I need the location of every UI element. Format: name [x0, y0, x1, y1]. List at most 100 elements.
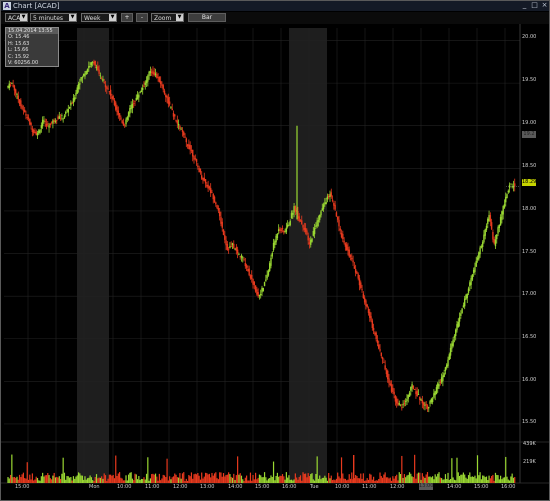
candle-body: [91, 62, 94, 63]
volume-bar: [502, 477, 504, 483]
candle-body: [240, 255, 243, 258]
volume-bar: [183, 472, 185, 483]
candle-body: [211, 192, 213, 194]
candle-body: [444, 367, 447, 371]
candle-body: [238, 253, 240, 255]
maximize-icon[interactable]: □: [530, 2, 539, 9]
candle-body: [31, 128, 34, 133]
volume-bar: [375, 480, 377, 483]
title-bar: A Chart [ACAD] _ □ ×: [1, 1, 549, 11]
candle-body: [141, 87, 144, 91]
volume-bar: [181, 473, 184, 483]
volume-bar: [136, 479, 139, 483]
minimize-icon[interactable]: _: [520, 2, 529, 9]
chevron-down-icon[interactable]: ▼: [69, 14, 76, 21]
candle-body: [458, 317, 461, 322]
volume-bar: [482, 475, 484, 483]
volume-bar: [421, 473, 423, 483]
candle-body: [496, 234, 498, 240]
candle-body: [389, 383, 391, 386]
candle-body: [378, 344, 380, 349]
volume-bar: [126, 480, 128, 483]
candle-body: [354, 268, 357, 273]
range-select[interactable]: Week ▼: [81, 13, 117, 22]
volume-bar: [470, 476, 472, 483]
y-tick: 16.50: [522, 334, 537, 340]
candle-body: [127, 112, 130, 117]
volume-bar: [249, 472, 252, 483]
volume-bar: [51, 479, 53, 483]
symbol-select[interactable]: ACAD ▼: [5, 13, 28, 22]
candle-body: [508, 184, 511, 189]
candle-body: [306, 230, 308, 235]
volume-bar: [210, 477, 212, 483]
candle-body: [388, 378, 390, 384]
candle-body: [446, 364, 448, 368]
candle-body: [59, 117, 62, 119]
volume-bar: [370, 474, 372, 483]
candle-body: [143, 85, 145, 88]
candle-body: [82, 73, 85, 76]
candle-body: [202, 177, 204, 181]
volume-bar: [433, 479, 435, 483]
candle-body: [14, 89, 17, 94]
volume-bar: [165, 477, 167, 483]
interval-select[interactable]: 5 minutes ▼: [30, 13, 77, 22]
volume-bar: [45, 475, 48, 483]
volume-bar: [162, 474, 164, 483]
volume-bar: [169, 476, 171, 483]
zoom-select[interactable]: Zoom ▼: [151, 13, 184, 22]
candle-body: [253, 281, 256, 286]
candle-body: [335, 212, 338, 217]
candle-body: [56, 120, 58, 121]
volume-bar: [89, 475, 91, 483]
volume-bar: [242, 479, 244, 483]
volume-bar: [148, 480, 150, 483]
candle-body: [215, 202, 217, 205]
candle-body: [431, 398, 434, 403]
candle-body: [8, 83, 10, 89]
price-chart[interactable]: [1, 24, 549, 500]
candle-body: [274, 241, 276, 246]
candle-body: [104, 84, 107, 88]
candle-body: [343, 240, 345, 243]
volume-bar: [457, 472, 459, 483]
zoom-out-button[interactable]: -: [136, 13, 148, 22]
volume-bar: [275, 475, 277, 483]
candle-body: [234, 248, 236, 250]
bar-type-button[interactable]: Bar: [188, 13, 226, 22]
candle-body: [505, 196, 507, 203]
volume-bar: [220, 472, 222, 483]
volume-bar: [278, 476, 280, 483]
volume-bar: [75, 476, 77, 483]
candle-body: [426, 405, 429, 409]
chevron-down-icon[interactable]: ▼: [20, 14, 27, 21]
close-icon[interactable]: ×: [540, 2, 549, 9]
volume-bar: [221, 476, 223, 483]
candle-body: [261, 287, 263, 293]
volume-bar: [201, 472, 203, 483]
candle-body: [49, 123, 52, 126]
volume-bar: [444, 474, 447, 483]
candle-body: [113, 99, 116, 106]
volume-bar: [360, 473, 362, 483]
volume-bar: [407, 474, 409, 483]
candle-body: [13, 85, 16, 91]
candle-body: [288, 225, 290, 226]
volume-bar: [122, 480, 125, 483]
candle-body: [181, 130, 184, 132]
candle-body: [54, 120, 57, 123]
volume-bar: [103, 473, 105, 483]
volume-bar: [198, 475, 200, 483]
candle-body: [247, 269, 249, 272]
volume-bar: [229, 474, 231, 483]
chevron-down-icon[interactable]: ▼: [109, 14, 116, 21]
chevron-down-icon[interactable]: ▼: [176, 14, 183, 21]
candle-body: [308, 242, 311, 245]
candle-body: [351, 257, 353, 260]
volume-tick: 219K: [523, 459, 536, 465]
candle-body: [331, 199, 334, 201]
zoom-in-button[interactable]: +: [121, 13, 133, 22]
candle-body: [118, 113, 121, 117]
volume-bar: [251, 480, 253, 483]
